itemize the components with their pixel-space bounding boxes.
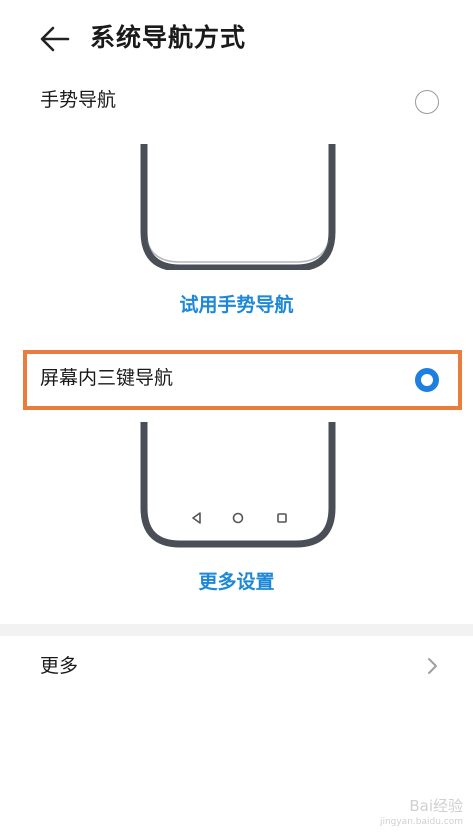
app-header: 系统导航方式 [0, 0, 473, 78]
gesture-nav-preview [140, 144, 336, 270]
option-gesture-nav[interactable]: 手势导航 [0, 84, 473, 120]
more-settings-link[interactable]: 更多设置 [0, 568, 473, 596]
gesture-nav-radio[interactable] [415, 90, 439, 114]
three-key-nav-radio[interactable] [415, 368, 439, 392]
baidu-watermark: Bai经验 jingyan.baidu.com [380, 798, 463, 830]
chevron-right-icon [428, 658, 437, 674]
watermark-text: Bai经验 [409, 797, 463, 815]
more-label: 更多 [40, 655, 79, 677]
option-gesture-nav-label: 手势导航 [40, 89, 117, 111]
option-three-key-nav-label: 屏幕内三键导航 [40, 367, 174, 389]
nav-recents-icon [277, 513, 287, 523]
option-three-key-nav[interactable]: 屏幕内三键导航 [0, 362, 473, 398]
back-arrow-icon[interactable] [38, 22, 72, 56]
section-divider [0, 624, 473, 636]
nav-back-icon [192, 512, 201, 524]
nav-home-icon [232, 512, 244, 524]
three-key-nav-preview [140, 422, 336, 548]
try-gesture-nav-link[interactable]: 试用手势导航 [0, 291, 473, 319]
watermark-url: jingyan.baidu.com [379, 817, 463, 827]
page-title: 系统导航方式 [90, 23, 247, 52]
more-row[interactable]: 更多 [0, 640, 473, 692]
